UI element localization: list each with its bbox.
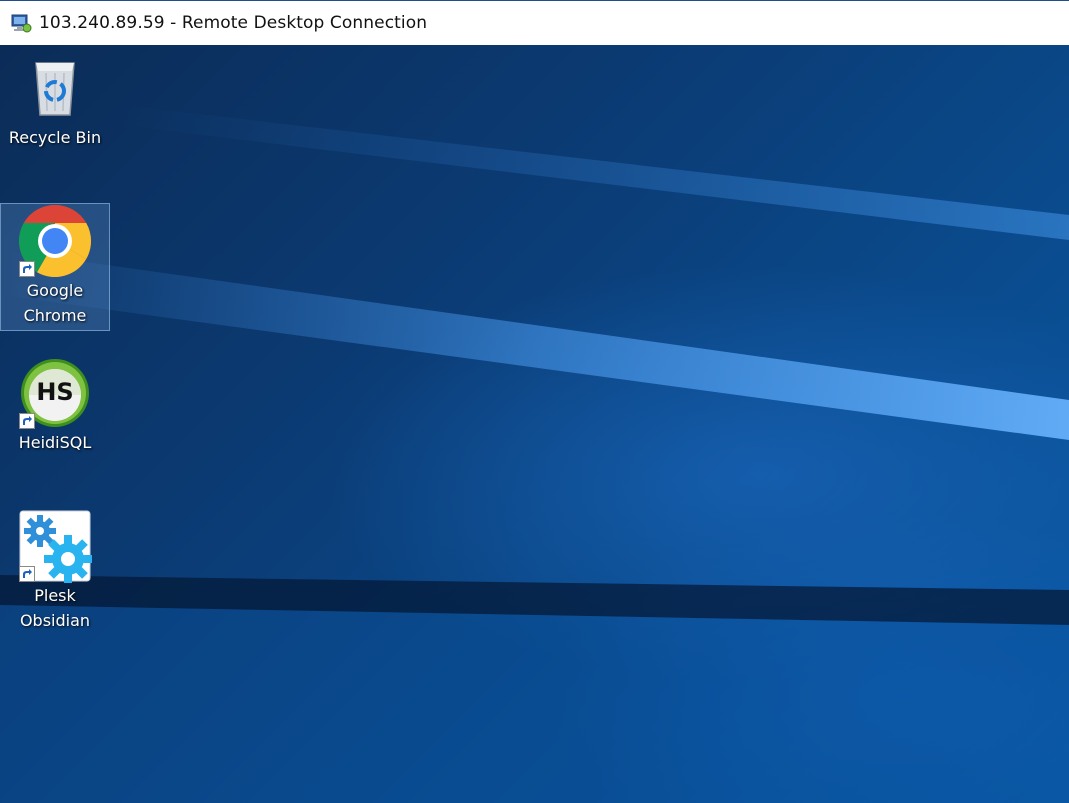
heidisql-badge: HS (36, 378, 74, 406)
google-chrome-label: Google Chrome (23, 281, 87, 325)
wallpaper (0, 105, 1069, 803)
desktop-icon-recycle-bin[interactable]: Recycle Bin (0, 51, 110, 150)
title-bar[interactable]: 103.240.89.59 - Remote Desktop Connectio… (0, 0, 1069, 45)
desktop-icon-plesk-obsidian[interactable]: Plesk Obsidian (0, 509, 110, 633)
shortcut-arrow-icon (19, 566, 35, 582)
plesk-icon (18, 509, 92, 583)
heidisql-label: HeidiSQL (18, 433, 92, 452)
plesk-obsidian-label: Plesk Obsidian (19, 586, 91, 630)
desktop[interactable]: Recycle Bin Google Chrome HS HeidiSQL Pl… (0, 45, 1069, 803)
chrome-icon (18, 204, 92, 278)
desktop-icon-heidisql[interactable]: HS HeidiSQL (0, 356, 110, 455)
recycle-bin-icon (18, 51, 92, 125)
desktop-icon-google-chrome[interactable]: Google Chrome (0, 203, 110, 331)
heidisql-icon: HS (18, 356, 92, 430)
recycle-bin-label: Recycle Bin (8, 128, 102, 147)
remote-desktop-icon (11, 14, 32, 33)
shortcut-arrow-icon (19, 261, 35, 277)
window-title: 103.240.89.59 - Remote Desktop Connectio… (39, 13, 428, 33)
shortcut-arrow-icon (19, 413, 35, 429)
